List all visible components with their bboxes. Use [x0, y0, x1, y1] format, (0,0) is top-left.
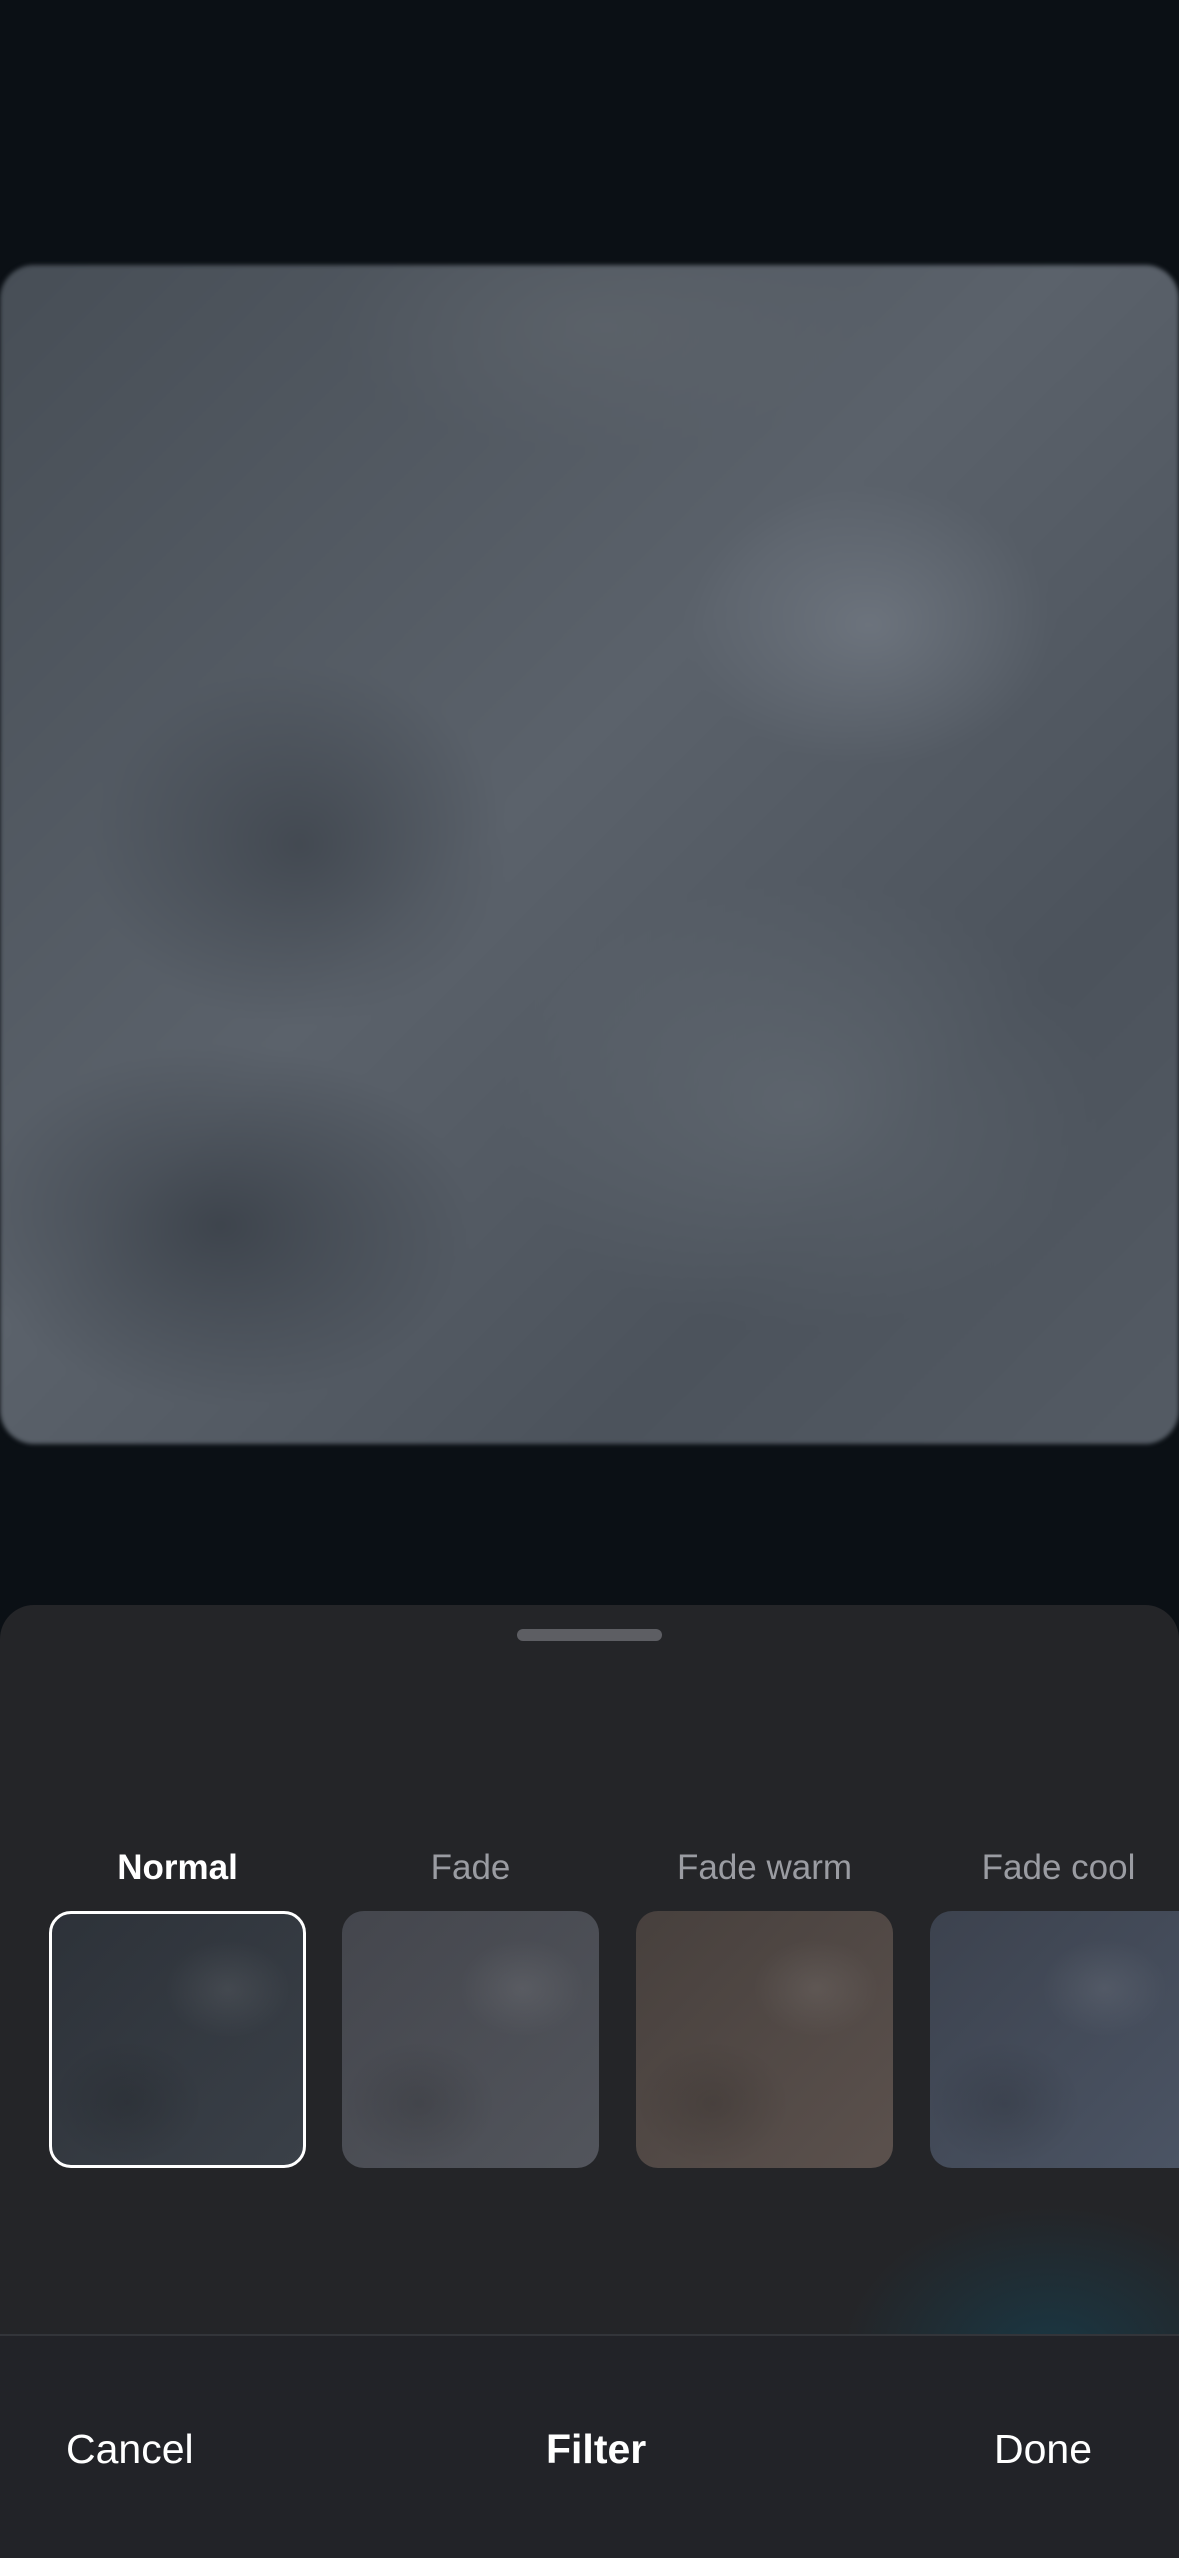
sheet-grabber-handle[interactable] — [517, 1629, 662, 1641]
bottom-toolbar: Cancel Filter Done — [0, 2334, 1179, 2558]
filter-label-normal: Normal — [117, 1848, 238, 1887]
filter-thumbnail-fade[interactable] — [342, 1911, 599, 2168]
filter-label-fade-cool: Fade cool — [981, 1848, 1136, 1887]
filter-item-normal[interactable]: Normal — [49, 1845, 306, 2168]
filter-label-fade: Fade — [430, 1848, 511, 1887]
photo-preview — [0, 265, 1179, 1444]
filter-thumbnail-fade-warm[interactable] — [636, 1911, 893, 2168]
filter-label-fade-warm: Fade warm — [676, 1848, 853, 1887]
done-button[interactable]: Done — [994, 2424, 1092, 2474]
filter-thumbnail-normal[interactable] — [49, 1911, 306, 2168]
cancel-button[interactable]: Cancel — [66, 2424, 194, 2474]
filter-item-fade[interactable]: Fade — [342, 1845, 599, 2168]
page-title: Filter — [546, 2426, 647, 2472]
filter-item-fade-warm[interactable]: Fade warm — [636, 1845, 893, 2168]
filter-thumbnail-fade-cool[interactable] — [930, 1911, 1179, 2168]
filter-item-fade-cool[interactable]: Fade cool — [930, 1845, 1179, 2168]
